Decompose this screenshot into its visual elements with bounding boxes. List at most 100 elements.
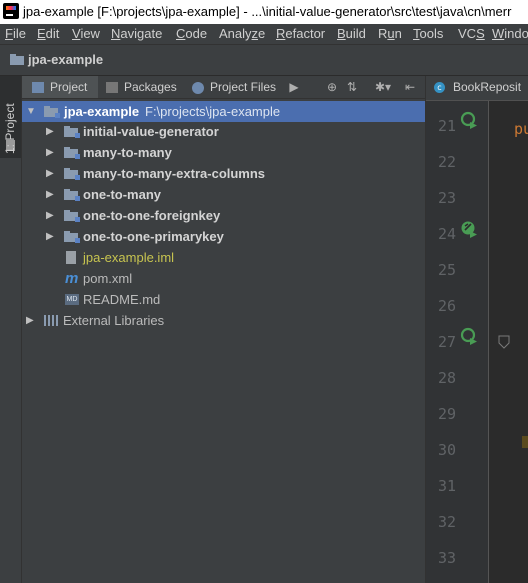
editor-gutter: 21 22 23 24 25 26 27 28 29 30 31 32 33 <box>426 101 489 583</box>
menu-analyze[interactable]: Analyze <box>219 26 265 41</box>
project-files-icon <box>192 81 204 94</box>
editor-tab[interactable]: c BookReposit <box>426 76 528 101</box>
tree-row-module[interactable]: ▶ one-to-one-foreignkey <box>22 205 425 226</box>
line-number: 24 <box>437 225 456 243</box>
line-number: 23 <box>437 189 456 207</box>
tree-row-module[interactable]: ▶ initial-value-generator <box>22 121 425 142</box>
menu-tools[interactable]: Tools <box>413 26 443 41</box>
code-keyword: pu <box>514 120 528 138</box>
maven-file-icon: m <box>65 270 79 287</box>
module-name: initial-value-generator <box>83 124 219 139</box>
fold-marker-icon[interactable] <box>498 335 510 349</box>
tree-row-file[interactable]: MD README.md <box>22 289 425 310</box>
expanded-arrow-icon[interactable]: ▼ <box>26 101 36 122</box>
line-number: 29 <box>437 405 456 423</box>
menu-run[interactable]: Run <box>378 26 402 41</box>
tab-project[interactable]: Project <box>22 76 98 98</box>
line-number: 26 <box>437 297 456 315</box>
project-panel-header: Project Packages Project Files ▶ ⊕ ⇅ ✱▾ … <box>22 76 425 99</box>
tree-row-module[interactable]: ▶ one-to-many <box>22 184 425 205</box>
intellij-logo-icon <box>3 3 19 19</box>
menu-edit[interactable]: Edit <box>37 26 59 41</box>
tool-window-strip: 1: Project <box>0 76 22 583</box>
menu-refactor[interactable]: Refactor <box>276 26 325 41</box>
tab-project-files[interactable]: Project Files <box>192 76 276 98</box>
tab-project-files-label: Project Files <box>210 80 277 94</box>
module-name: one-to-one-foreignkey <box>83 208 221 223</box>
tab-packages-label: Packages <box>124 80 177 94</box>
editor-area: c BookReposit 21 22 23 24 25 26 27 28 29… <box>425 76 528 583</box>
module-folder-icon <box>64 231 80 243</box>
line-number: 30 <box>437 441 456 459</box>
breadcrumb-project[interactable]: jpa-example <box>28 52 103 67</box>
run-test-class-icon[interactable] <box>460 220 478 238</box>
run-test-icon[interactable] <box>460 327 478 345</box>
markdown-file-icon: MD <box>65 294 79 305</box>
lightbulb-icon[interactable] <box>522 436 528 448</box>
menu-bar: File Edit View Navigate Code Analyze Ref… <box>0 24 528 45</box>
iml-file-icon <box>66 251 76 264</box>
line-number: 27 <box>437 333 456 351</box>
tree-row-module[interactable]: ▶ many-to-many-extra-columns <box>22 163 425 184</box>
line-number: 22 <box>437 153 456 171</box>
collapsed-arrow-icon[interactable]: ▶ <box>46 163 56 184</box>
module-name: many-to-many <box>83 145 172 160</box>
more-tabs-icon[interactable]: ▶ <box>287 80 301 94</box>
line-number: 33 <box>437 549 456 567</box>
collapsed-arrow-icon[interactable]: ▶ <box>26 310 36 331</box>
menu-build[interactable]: Build <box>337 26 366 41</box>
menu-code[interactable]: Code <box>176 26 207 41</box>
line-number: 25 <box>437 261 456 279</box>
tree-row-file[interactable]: m pom.xml <box>22 268 425 289</box>
menu-navigate[interactable]: Navigate <box>111 26 162 41</box>
tab-packages[interactable]: Packages <box>106 76 177 98</box>
tree-row-module[interactable]: ▶ many-to-many <box>22 142 425 163</box>
menu-window[interactable]: Windo <box>492 26 528 41</box>
file-name: pom.xml <box>83 271 133 286</box>
project-icon <box>32 82 44 94</box>
module-folder-icon <box>44 106 60 118</box>
module-folder-icon <box>64 147 80 159</box>
settings-icon[interactable]: ✱▾ <box>372 80 394 94</box>
project-tool-window-label: 1: Project <box>3 103 17 154</box>
folder-icon <box>10 54 24 65</box>
file-name: README.md <box>83 292 161 307</box>
line-number: 28 <box>437 369 456 387</box>
tree-row-module[interactable]: ▶ one-to-one-primarykey <box>22 226 425 247</box>
packages-icon <box>106 82 118 94</box>
hide-icon[interactable]: ⇤ <box>403 80 417 94</box>
menu-view[interactable]: View <box>72 26 100 41</box>
tab-project-label: Project <box>50 80 88 94</box>
line-number: 21 <box>437 117 456 135</box>
project-tree: ▼ jpa-example F:\projects\jpa-example ▶ … <box>22 99 425 583</box>
file-name: jpa-example.iml <box>83 250 175 265</box>
tree-root-row[interactable]: ▼ jpa-example F:\projects\jpa-example <box>22 101 425 122</box>
module-folder-icon <box>64 210 80 222</box>
line-number: 32 <box>437 513 456 531</box>
root-path: F:\projects\jpa-example <box>145 104 281 119</box>
run-test-icon[interactable] <box>460 111 478 129</box>
navigation-bar: jpa-example <box>0 45 528 76</box>
line-number: 31 <box>437 477 456 495</box>
external-libraries-label: External Libraries <box>63 313 165 328</box>
collapse-all-icon[interactable]: ⇅ <box>345 80 359 94</box>
window-title: jpa-example [F:\projects\jpa-example] - … <box>23 4 512 19</box>
collapsed-arrow-icon[interactable]: ▶ <box>46 121 56 142</box>
module-folder-icon <box>64 126 80 138</box>
root-name: jpa-example <box>64 104 140 119</box>
collapsed-arrow-icon[interactable]: ▶ <box>46 226 56 247</box>
menu-file[interactable]: File <box>5 26 26 41</box>
tree-row-external-libraries[interactable]: ▶ External Libraries <box>22 310 425 331</box>
module-folder-icon <box>64 168 80 180</box>
module-name: one-to-many <box>83 187 161 202</box>
collapsed-arrow-icon[interactable]: ▶ <box>46 142 56 163</box>
menu-vcs[interactable]: VCS <box>458 26 485 41</box>
module-folder-icon <box>64 189 80 201</box>
class-icon: c <box>434 82 445 93</box>
locate-icon[interactable]: ⊕ <box>325 80 339 94</box>
tree-row-file[interactable]: jpa-example.iml <box>22 247 425 268</box>
libraries-icon <box>44 315 58 326</box>
collapsed-arrow-icon[interactable]: ▶ <box>46 205 56 226</box>
module-name: one-to-one-primarykey <box>83 229 224 244</box>
collapsed-arrow-icon[interactable]: ▶ <box>46 184 56 205</box>
